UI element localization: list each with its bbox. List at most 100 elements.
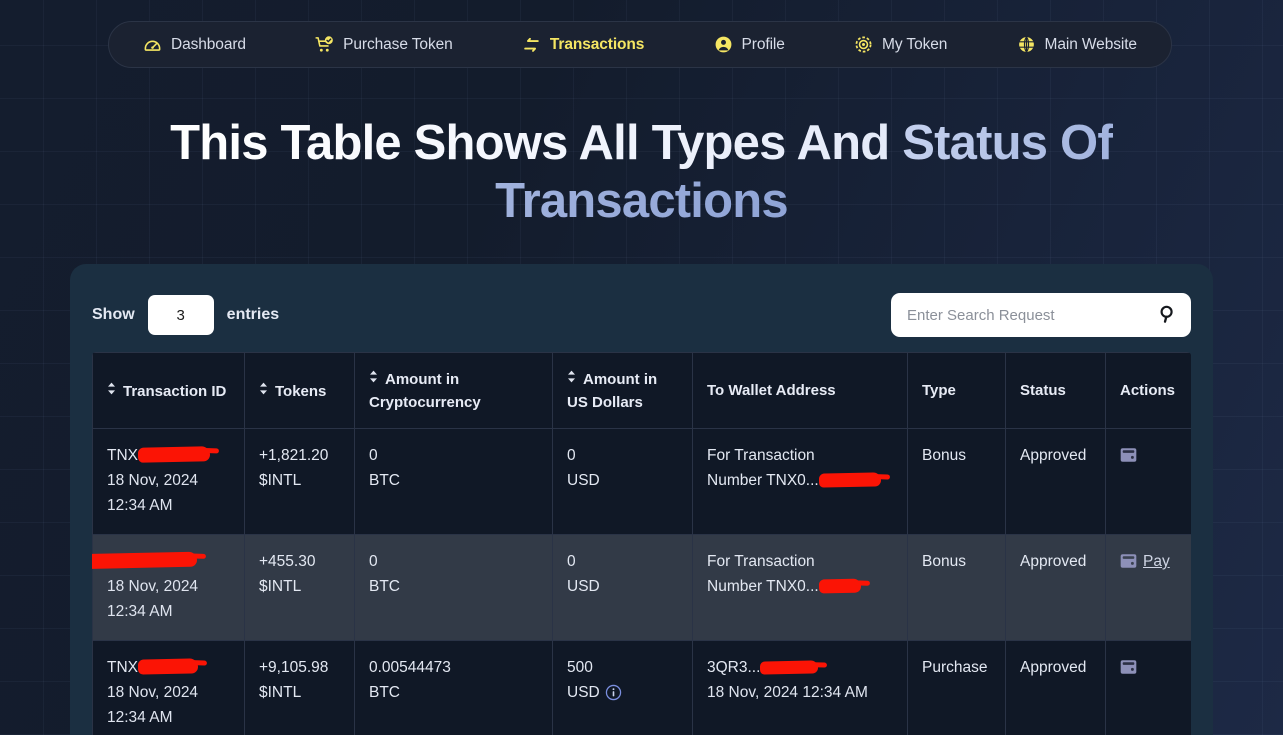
crypto-amount: 0 bbox=[369, 447, 378, 464]
wallet-line-1: For Transaction bbox=[707, 447, 815, 464]
main-navigation: Dashboard Purchase Token Transactions Pr… bbox=[108, 21, 1172, 68]
usd-amount: 500 bbox=[567, 659, 593, 676]
cell-wallet-address: For Transaction Number TNX0... bbox=[692, 534, 908, 641]
redaction-mark bbox=[137, 446, 211, 463]
entries-count-input[interactable] bbox=[147, 295, 214, 335]
search-button[interactable] bbox=[1157, 304, 1179, 326]
cell-transaction-id: 18 Nov, 2024 12:34 AM bbox=[92, 534, 245, 641]
cell-actions bbox=[1105, 428, 1191, 535]
user-circle-icon bbox=[714, 35, 733, 54]
usd-amount: 0 bbox=[567, 447, 576, 464]
transaction-time: 12:34 AM bbox=[107, 709, 173, 726]
wallet-icon[interactable] bbox=[1120, 552, 1137, 577]
nav-label-dashboard: Dashboard bbox=[171, 35, 246, 53]
column-header-type[interactable]: Type bbox=[907, 352, 1006, 429]
transaction-date: 18 Nov, 2024 bbox=[107, 578, 199, 595]
info-icon[interactable] bbox=[605, 684, 622, 709]
transactions-table: Transaction ID Tokens Amount in Cryptocu… bbox=[92, 352, 1191, 735]
wallet-line-1: 3QR3... bbox=[707, 659, 761, 676]
tokens-amount: +9,105.98 bbox=[259, 659, 329, 676]
column-header-transaction-id[interactable]: Transaction ID bbox=[92, 352, 245, 429]
redaction-mark bbox=[818, 578, 861, 594]
nav-item-main-website[interactable]: Main Website bbox=[1017, 35, 1137, 54]
cell-wallet-address: 3QR3... 18 Nov, 2024 12:34 AM bbox=[692, 640, 908, 735]
wallet-line-1: For Transaction bbox=[707, 553, 815, 570]
cell-amount-usd: 500 USD bbox=[552, 640, 693, 735]
cell-type: Bonus bbox=[907, 428, 1006, 535]
page-title-part-primary: This Table Shows All Types And bbox=[170, 116, 903, 170]
cell-transaction-id: TNX 18 Nov, 2024 12:34 AM bbox=[92, 428, 245, 535]
cell-amount-usd: 0 USD bbox=[552, 428, 693, 535]
crypto-symbol: BTC bbox=[369, 578, 400, 595]
tokens-amount: +1,821.20 bbox=[259, 447, 329, 464]
column-header-tokens[interactable]: Tokens bbox=[244, 352, 355, 429]
tokens-symbol: $INTL bbox=[259, 472, 302, 489]
redaction-mark bbox=[818, 472, 881, 488]
nav-item-profile[interactable]: Profile bbox=[714, 35, 785, 54]
crypto-amount: 0.00544473 bbox=[369, 659, 451, 676]
cell-tokens: +1,821.20 $INTL bbox=[244, 428, 355, 535]
cell-amount-crypto: 0.00544473 BTC bbox=[354, 640, 553, 735]
column-header-actions: Actions bbox=[1105, 352, 1191, 429]
usd-symbol: USD bbox=[567, 472, 600, 489]
wallet-line-2: Number TNX0... bbox=[707, 578, 819, 595]
column-header-wallet-address[interactable]: To Wallet Address bbox=[692, 352, 908, 429]
tokens-amount: +455.30 bbox=[259, 553, 316, 570]
transaction-id-prefix: TNX bbox=[107, 447, 138, 464]
redaction-mark bbox=[137, 658, 199, 675]
table-row[interactable]: 18 Nov, 2024 12:34 AM +455.30 $INTL 0 BT… bbox=[92, 534, 1191, 641]
column-header-amount-crypto[interactable]: Amount in Cryptocurrency bbox=[354, 352, 553, 429]
gauge-icon bbox=[143, 35, 162, 54]
redaction-mark bbox=[92, 551, 198, 570]
cell-actions: Pay bbox=[1105, 534, 1191, 641]
transaction-time: 12:34 AM bbox=[107, 603, 173, 620]
crypto-symbol: BTC bbox=[369, 684, 400, 701]
cell-amount-usd: 0 USD bbox=[552, 534, 693, 641]
transaction-time: 12:34 AM bbox=[107, 497, 173, 514]
transaction-id-prefix: TNX bbox=[107, 659, 138, 676]
sort-icon bbox=[369, 367, 378, 390]
cell-amount-crypto: 0 BTC bbox=[354, 428, 553, 535]
pay-link[interactable]: Pay bbox=[1143, 553, 1170, 570]
nav-item-my-token[interactable]: My Token bbox=[854, 35, 947, 54]
show-label: Show bbox=[92, 306, 135, 323]
tokens-symbol: $INTL bbox=[259, 578, 302, 595]
column-header-label: Transaction ID bbox=[123, 382, 227, 400]
cell-status: Approved bbox=[1005, 428, 1106, 535]
usd-symbol: USD bbox=[567, 684, 600, 701]
table-row[interactable]: TNX 18 Nov, 2024 12:34 AM +9,105.98 $INT… bbox=[92, 640, 1191, 735]
nav-label-my-token: My Token bbox=[882, 35, 948, 53]
cell-amount-crypto: 0 BTC bbox=[354, 534, 553, 641]
search-input[interactable] bbox=[891, 293, 1191, 337]
wallet-icon[interactable] bbox=[1120, 446, 1137, 471]
table-header-row: Transaction ID Tokens Amount in Cryptocu… bbox=[92, 352, 1191, 429]
column-header-label: Amount in Cryptocurrency bbox=[369, 371, 481, 411]
cell-transaction-id: TNX 18 Nov, 2024 12:34 AM bbox=[92, 640, 245, 735]
nav-item-purchase-token[interactable]: Purchase Token bbox=[315, 35, 453, 54]
cell-type: Bonus bbox=[907, 534, 1006, 641]
column-header-label: Tokens bbox=[275, 382, 327, 400]
tokens-symbol: $INTL bbox=[259, 684, 302, 701]
sort-icon bbox=[567, 367, 576, 390]
column-header-amount-usd[interactable]: Amount in US Dollars bbox=[552, 352, 693, 429]
nav-item-dashboard[interactable]: Dashboard bbox=[143, 35, 246, 54]
page-title: This Table Shows All Types And Status Of… bbox=[0, 114, 1283, 230]
cell-actions bbox=[1105, 640, 1191, 735]
column-header-status[interactable]: Status bbox=[1005, 352, 1106, 429]
cart-check-icon bbox=[315, 35, 334, 54]
cell-status: Approved bbox=[1005, 640, 1106, 735]
column-header-label: Amount in US Dollars bbox=[567, 371, 658, 411]
cell-tokens: +455.30 $INTL bbox=[244, 534, 355, 641]
redaction-mark bbox=[760, 660, 819, 675]
gear-icon bbox=[854, 35, 873, 54]
table-toolbar: Show entries bbox=[92, 286, 1191, 344]
cell-tokens: +9,105.98 $INTL bbox=[244, 640, 355, 735]
cell-status: Approved bbox=[1005, 534, 1106, 641]
wallet-icon[interactable] bbox=[1120, 658, 1137, 683]
nav-label-purchase-token: Purchase Token bbox=[343, 35, 453, 53]
entries-label: entries bbox=[226, 306, 280, 323]
table-scroll-container[interactable]: Transaction ID Tokens Amount in Cryptocu… bbox=[92, 352, 1191, 735]
table-row[interactable]: TNX 18 Nov, 2024 12:34 AM +1,821.20 $INT… bbox=[92, 428, 1191, 535]
usd-symbol: USD bbox=[567, 578, 600, 595]
nav-item-transactions[interactable]: Transactions bbox=[522, 35, 644, 54]
